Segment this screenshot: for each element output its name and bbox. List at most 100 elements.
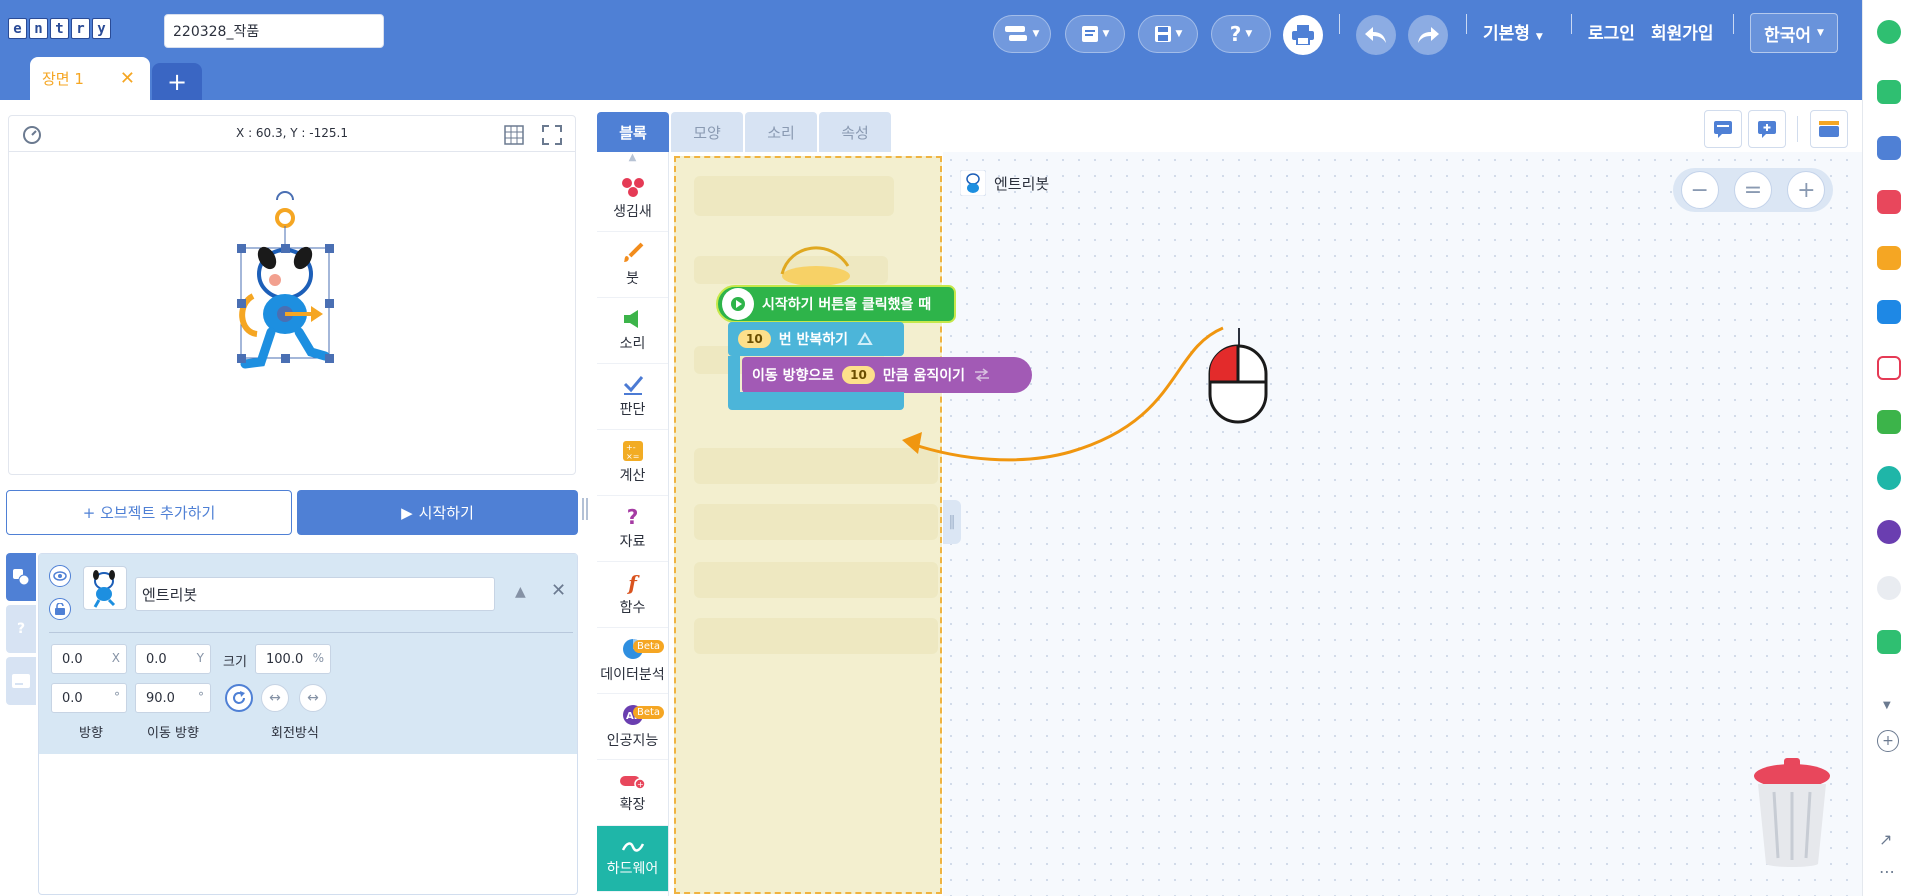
logo-letter: e — [8, 18, 27, 39]
signup-link[interactable]: 회원가입 — [1651, 19, 1714, 44]
add-object-button[interactable]: + 오브젝트 추가하기 — [6, 490, 292, 535]
rotate-none-icon[interactable]: ↔ — [299, 684, 327, 712]
logo-letter: r — [71, 18, 90, 39]
extension-icon: + — [619, 775, 646, 790]
close-icon[interactable]: ✕ — [120, 68, 135, 89]
category-ai[interactable]: AI Beta 인공지능 — [597, 694, 668, 760]
rotate-horizontal-icon[interactable]: ↔ — [261, 684, 289, 712]
move-amount[interactable]: 10 — [842, 366, 875, 384]
add-comment-button[interactable] — [1748, 110, 1786, 148]
category-data[interactable]: ? 자료 — [597, 496, 668, 562]
square-icon[interactable] — [1877, 410, 1901, 434]
help-tab[interactable]: ? — [6, 605, 36, 653]
zoom-in-button[interactable]: + — [1787, 171, 1826, 209]
start-button[interactable]: ▶ 시작하기 — [297, 490, 578, 535]
calendar-icon[interactable] — [1877, 520, 1901, 544]
login-link[interactable]: 로그인 — [1588, 19, 1635, 44]
when-start-clicked-block[interactable]: 시작하기 버튼을 클릭했을 때 — [716, 285, 956, 323]
category-judgement[interactable]: 판단 — [597, 364, 668, 430]
category-calculation[interactable]: +- ×= 계산 — [597, 430, 668, 496]
print-button[interactable] — [1283, 15, 1323, 55]
entry-logo[interactable]: e n t r y — [8, 18, 111, 39]
tab-blocks[interactable]: 블록 — [597, 112, 669, 152]
objects-tab[interactable] — [6, 553, 36, 601]
degree-unit: ° — [114, 690, 120, 704]
block-storage-button[interactable] — [1810, 110, 1848, 148]
category-brush[interactable]: 붓 — [597, 232, 668, 298]
block-workspace[interactable] — [943, 152, 1862, 896]
zoom-controls: − = + — [1673, 168, 1833, 212]
rotate-free-icon[interactable] — [225, 684, 253, 712]
external-link-icon[interactable]: ↗ — [1879, 830, 1892, 849]
category-label: 하드웨어 — [606, 860, 659, 877]
trash-can-icon[interactable] — [1752, 756, 1832, 868]
x-position-field[interactable]: 0.0 X — [51, 644, 127, 674]
x-unit: X — [111, 651, 120, 665]
play-circle-icon[interactable] — [1877, 466, 1901, 490]
visibility-eye-icon[interactable] — [49, 565, 71, 587]
divider — [1466, 14, 1467, 34]
lock-icon[interactable] — [49, 598, 71, 620]
repeat-count[interactable]: 10 — [738, 330, 771, 348]
object-card: ▲ ✕ 0.0 X 0.0 Y 크기 100.0% 0.0 ° 90.0 ° ↔ ↔ 방… — [39, 554, 577, 754]
shapes-icon — [13, 569, 29, 585]
entrybot-sprite[interactable] — [227, 186, 357, 386]
translate-icon[interactable] — [1877, 300, 1901, 324]
grid-icon[interactable] — [503, 124, 525, 146]
file-menu-button[interactable]: ▼ — [1065, 15, 1125, 53]
pen-icon[interactable] — [1877, 356, 1901, 380]
scroll-up-icon[interactable]: ▲ — [597, 152, 668, 166]
zoom-reset-button[interactable]: = — [1733, 171, 1772, 209]
tab-shapes[interactable]: 모양 — [671, 112, 743, 152]
y-position-field[interactable]: 0.0 Y — [135, 644, 211, 674]
category-data-analysis[interactable]: Beta 데이터분석 — [597, 628, 668, 694]
bell-icon[interactable] — [1877, 80, 1901, 104]
move-direction-field[interactable]: 90.0 ° — [135, 683, 211, 713]
console-icon — [12, 674, 30, 688]
object-panel: ▲ ✕ 0.0 X 0.0 Y 크기 100.0% 0.0 ° 90.0 ° ↔ ↔ 방… — [38, 553, 578, 895]
undo-button[interactable] — [1356, 15, 1396, 55]
project-title-input[interactable] — [164, 14, 384, 48]
zoom-out-button[interactable]: − — [1680, 171, 1719, 209]
fullscreen-icon[interactable] — [541, 124, 563, 146]
add-icon[interactable]: + — [1877, 730, 1899, 752]
star-icon[interactable] — [1877, 246, 1901, 270]
category-sound[interactable]: 소리 — [597, 298, 668, 364]
app-icon[interactable] — [1877, 20, 1901, 44]
tab-properties[interactable]: 속성 — [819, 112, 891, 152]
divider — [1339, 14, 1340, 34]
speaker-icon — [623, 309, 638, 328]
chevron-down-icon[interactable]: ▼ — [1883, 700, 1891, 711]
add-scene-button[interactable]: + — [152, 63, 202, 100]
size-field[interactable]: 100.0% — [255, 644, 331, 674]
category-function[interactable]: f 함수 — [597, 562, 668, 628]
avatar-icon[interactable] — [1877, 576, 1901, 600]
panel-resize-handle[interactable] — [582, 498, 588, 520]
category-hardware[interactable]: 하드웨어 — [597, 826, 668, 892]
more-icon[interactable]: ⋯ — [1879, 862, 1895, 881]
category-looks[interactable]: 생김새 — [597, 166, 668, 232]
briefcase-icon[interactable] — [1877, 136, 1901, 160]
help-menu-button[interactable]: ? ▼ — [1211, 15, 1271, 53]
save-menu-button[interactable]: ▼ — [1138, 15, 1198, 53]
mode-select[interactable]: 기본형 ▼ — [1483, 19, 1543, 44]
category-extension[interactable]: + 확장 — [597, 760, 668, 826]
comment-button[interactable] — [1704, 110, 1742, 148]
delete-object-icon[interactable]: ✕ — [551, 580, 566, 601]
object-name-input[interactable] — [135, 577, 495, 611]
editor-tabs: 블록 모양 소리 속성 — [597, 112, 891, 152]
language-select[interactable]: 한국어 ▼ — [1750, 13, 1838, 53]
repeat-block[interactable]: 10 번 반복하기 — [728, 322, 904, 356]
webtoon-icon[interactable] — [1877, 630, 1901, 654]
tab-sounds[interactable]: 소리 — [745, 112, 817, 152]
scene-tab[interactable]: 장면 1 ✕ — [30, 57, 150, 100]
drawer-resize-handle[interactable]: ‖ — [943, 500, 961, 544]
pocket-icon[interactable] — [1877, 190, 1901, 214]
direction-field[interactable]: 0.0 ° — [51, 683, 127, 713]
block-mode-button[interactable]: ▼ — [993, 15, 1051, 53]
pen-hat-icon — [780, 246, 850, 286]
redo-button[interactable] — [1408, 15, 1448, 55]
object-thumbnail[interactable] — [83, 566, 127, 610]
console-tab[interactable] — [6, 657, 36, 705]
move-up-icon[interactable]: ▲ — [515, 584, 526, 600]
